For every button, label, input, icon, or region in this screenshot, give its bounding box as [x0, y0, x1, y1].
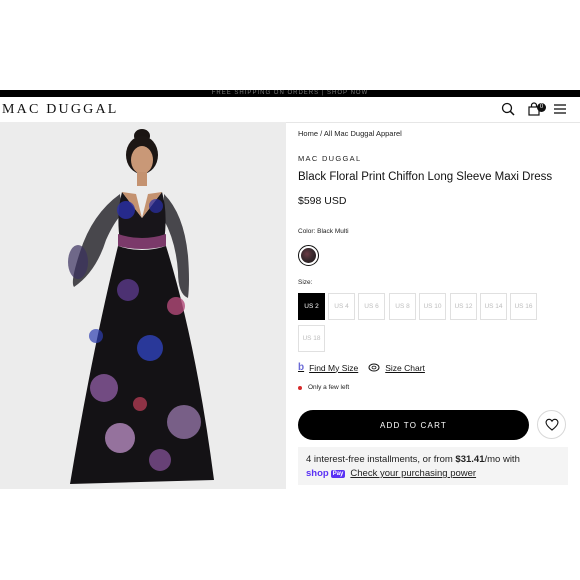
size-us-12[interactable]: US 12 [450, 293, 477, 320]
add-to-cart-button[interactable]: ADD TO CART [298, 410, 529, 440]
find-my-size-link[interactable]: b Find My Size [298, 362, 358, 373]
hamburger-icon[interactable] [552, 101, 568, 117]
promo-text: FREE SHIPPING ON ORDERS | SHOP NOW [211, 90, 369, 96]
check-purchasing-power-link[interactable]: Check your purchasing power [350, 468, 476, 479]
cart-count-badge: 0 [537, 103, 546, 112]
heart-icon [545, 418, 559, 431]
shoppay-prefix: 4 interest-free installments, or from [306, 454, 456, 465]
size-us-10[interactable]: US 10 [419, 293, 446, 320]
stock-dot-icon [298, 385, 302, 390]
shoppay-pay-badge: Pay [330, 469, 346, 478]
size-us-4[interactable]: US 4 [328, 293, 355, 320]
size-us-18[interactable]: US 18 [298, 325, 325, 352]
size-links: b Find My Size Size Chart [298, 362, 425, 373]
color-swatch-black-multi[interactable] [298, 245, 319, 266]
size-chart-label: Size Chart [385, 362, 425, 373]
breadcrumb[interactable]: Home / All Mac Duggal Apparel [298, 129, 402, 138]
find-my-size-label: Find My Size [309, 362, 359, 373]
size-us-2[interactable]: US 2 [298, 293, 325, 320]
size-chart-link[interactable]: Size Chart [368, 363, 425, 373]
size-us-8[interactable]: US 8 [389, 293, 416, 320]
stock-status: Only a few left [298, 384, 349, 391]
shoppay-logo: shop [306, 468, 329, 479]
promo-bar: FREE SHIPPING ON ORDERS | SHOP NOW [0, 90, 580, 97]
product-image[interactable] [0, 122, 286, 489]
brand-logo[interactable]: MAC DUGGAL [2, 102, 119, 118]
wishlist-button[interactable] [537, 410, 566, 439]
search-icon[interactable] [500, 101, 516, 117]
stock-status-text: Only a few left [308, 384, 350, 391]
shoppay-suffix: /mo with [484, 454, 520, 465]
bag-icon[interactable]: 0 [526, 101, 546, 117]
tape-measure-icon [368, 363, 380, 372]
shoppay-row: shop Pay Check your purchasing power [306, 468, 476, 479]
header-icons: 0 [500, 101, 568, 117]
shoppay-banner: 4 interest-free installments, or from $3… [298, 447, 568, 485]
shoppay-installments: 4 interest-free installments, or from $3… [306, 454, 520, 465]
site-header: MAC DUGGAL 0 [0, 97, 580, 123]
product-title: Black Floral Print Chiffon Long Sleeve M… [298, 171, 553, 183]
size-us-14[interactable]: US 14 [480, 293, 507, 320]
size-label: Size: [298, 279, 313, 286]
color-label: Color: Black Multi [298, 228, 349, 235]
size-us-16[interactable]: US 16 [510, 293, 537, 320]
shoppay-amount: $31.41 [455, 454, 485, 465]
product-price: $598 USD [298, 195, 347, 207]
size-us-6[interactable]: US 6 [358, 293, 385, 320]
b-logo-icon: b [298, 362, 305, 373]
swatch-fill [301, 248, 316, 263]
product-brand: MAC DUGGAL [298, 154, 362, 163]
